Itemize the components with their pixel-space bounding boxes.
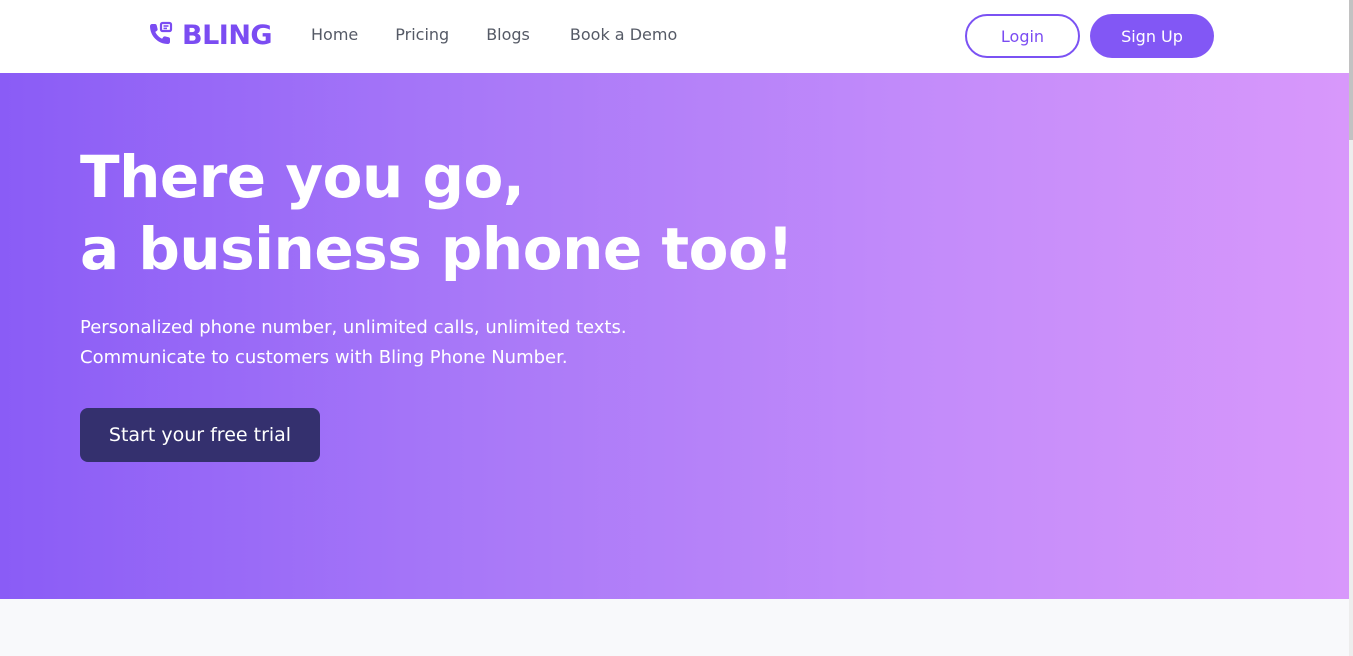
phone-call-icon bbox=[146, 21, 174, 49]
login-button[interactable]: Login bbox=[965, 14, 1080, 58]
hero-title-line-1: There you go, bbox=[80, 143, 525, 211]
hero-subtitle: Personalized phone number, unlimited cal… bbox=[80, 313, 627, 373]
hero-section: There you go, a business phone too! Pers… bbox=[0, 73, 1349, 599]
start-free-trial-button[interactable]: Start your free trial bbox=[80, 408, 320, 462]
nav-link-blogs[interactable]: Blogs bbox=[486, 24, 530, 46]
nav-link-home[interactable]: Home bbox=[311, 24, 358, 46]
hero-subtitle-line-1: Personalized phone number, unlimited cal… bbox=[80, 317, 627, 338]
page-scrollbar[interactable] bbox=[1349, 0, 1353, 656]
next-section bbox=[0, 599, 1349, 656]
nav-link-pricing[interactable]: Pricing bbox=[395, 24, 449, 46]
brand-name: BLING bbox=[182, 19, 273, 51]
scrollbar-thumb[interactable] bbox=[1349, 0, 1353, 140]
hero-title: There you go, a business phone too! bbox=[80, 141, 794, 285]
hero-subtitle-line-2: Communicate to customers with Bling Phon… bbox=[80, 347, 568, 368]
signup-button[interactable]: Sign Up bbox=[1090, 14, 1214, 58]
hero-title-line-2: a business phone too! bbox=[80, 215, 794, 283]
top-navbar: BLING Home Pricing Blogs Book a Demo Log… bbox=[0, 0, 1349, 73]
main-nav: Home Pricing Blogs Book a Demo bbox=[311, 24, 714, 46]
nav-link-book-demo[interactable]: Book a Demo bbox=[570, 24, 677, 46]
brand-logo[interactable]: BLING bbox=[146, 19, 273, 51]
